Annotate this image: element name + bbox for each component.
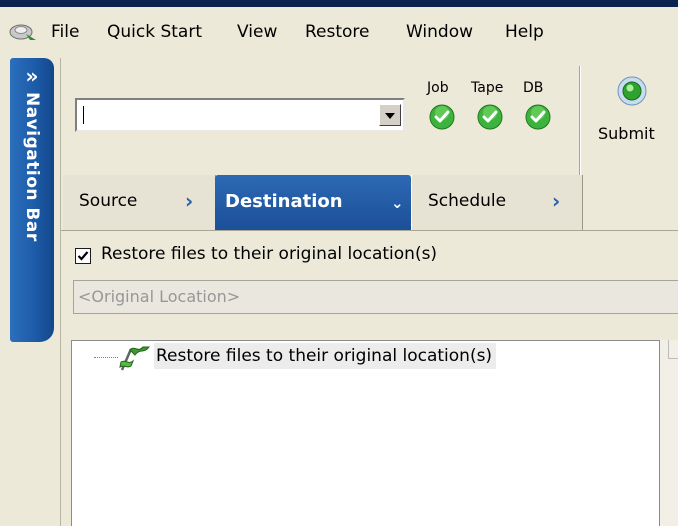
tab-divider (61, 230, 678, 231)
wizard-tabs: Source › Destination ⌄ Schedule › (63, 175, 583, 230)
side-panel-edge (659, 340, 678, 526)
toolbar-separator (579, 66, 581, 176)
checkmark-icon (77, 251, 89, 261)
job-combo-box[interactable] (75, 98, 405, 132)
menu-bar: File Quick Start View Restore Window Hel… (0, 14, 678, 52)
menu-view[interactable]: View (237, 22, 277, 42)
text-caret (83, 106, 84, 124)
tab-schedule[interactable]: Schedule › (411, 175, 583, 230)
dropdown-arrow-icon[interactable] (379, 104, 401, 126)
navigation-bar[interactable]: » Navigation Bar (10, 58, 54, 342)
destination-tree[interactable]: Restore files to their original location… (71, 340, 660, 526)
location-placeholder: <Original Location> (78, 287, 241, 306)
menu-window[interactable]: Window (406, 22, 473, 42)
tree-item[interactable]: Restore files to their original location… (154, 343, 497, 369)
chevron-right-icon: › (185, 189, 194, 213)
restore-panel: Job Tape DB Submit Source › Destination … (60, 58, 678, 526)
tab-source[interactable]: Source › (63, 175, 216, 230)
tape-check-icon (477, 104, 503, 130)
submit-orb-icon[interactable] (617, 76, 647, 106)
tab-source-label: Source (79, 191, 138, 211)
menu-file[interactable]: File (51, 22, 79, 42)
chevron-right-icon: › (552, 189, 561, 213)
tab-destination[interactable]: Destination ⌄ (215, 175, 411, 230)
destination-location-field[interactable]: <Original Location> (73, 280, 678, 314)
tree-connector (94, 357, 118, 358)
submit-button[interactable]: Submit (598, 124, 655, 143)
db-check-icon (525, 104, 551, 130)
application-window: File Quick Start View Restore Window Hel… (0, 0, 678, 526)
green-flag-icon (119, 346, 150, 371)
chevron-down-icon: ⌄ (391, 194, 404, 212)
expand-chevron-icon[interactable]: » (10, 64, 54, 88)
navigation-bar-label: Navigation Bar (22, 92, 42, 242)
job-check-icon (429, 104, 455, 130)
menu-quick-start[interactable]: Quick Start (107, 22, 202, 42)
tape-status-label: Tape (471, 80, 504, 96)
menu-help[interactable]: Help (505, 22, 544, 42)
restore-original-label[interactable]: Restore files to their original location… (101, 244, 437, 264)
tab-destination-label: Destination (225, 191, 343, 212)
app-icon (9, 24, 36, 40)
db-status-label: DB (523, 80, 544, 96)
menu-restore[interactable]: Restore (305, 22, 370, 42)
restore-original-checkbox[interactable] (75, 248, 91, 264)
job-status-label: Job (427, 80, 449, 96)
tab-schedule-label: Schedule (428, 191, 507, 211)
